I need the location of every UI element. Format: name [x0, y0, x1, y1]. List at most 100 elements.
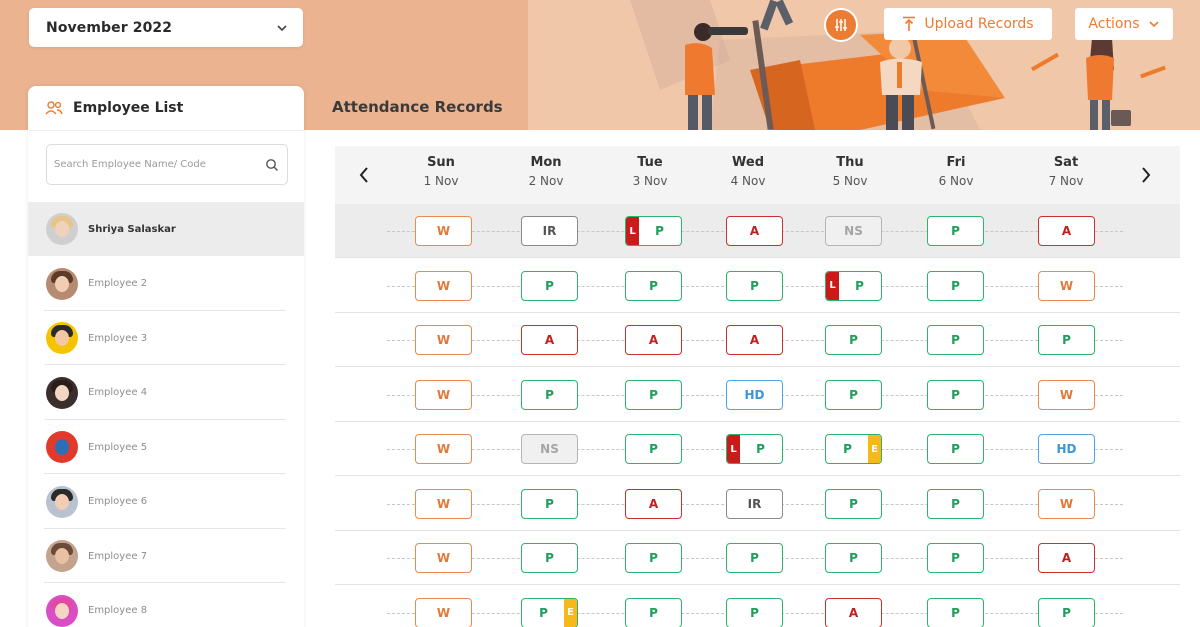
attendance-status-chip[interactable]: P: [521, 379, 578, 410]
day-name: Sun: [427, 155, 455, 170]
filter-button[interactable]: [824, 8, 858, 42]
attendance-status-chip[interactable]: A: [825, 597, 882, 627]
upload-icon: [903, 16, 916, 31]
avatar: [46, 431, 78, 463]
employee-row[interactable]: Employee 3: [28, 311, 304, 365]
employee-search-input[interactable]: [54, 159, 265, 170]
attendance-status-chip[interactable]: W: [415, 379, 472, 410]
status-code: A: [648, 496, 659, 511]
employee-row[interactable]: Employee 5: [28, 420, 304, 474]
employee-row[interactable]: Employee 2: [28, 257, 304, 311]
attendance-status-chip[interactable]: A: [1038, 216, 1095, 246]
users-icon: [45, 101, 63, 115]
attendance-status-chip[interactable]: P: [625, 543, 682, 573]
employee-row[interactable]: Employee 7: [28, 529, 304, 583]
attendance-status-chip[interactable]: HD: [726, 379, 783, 410]
status-code: P: [1062, 333, 1071, 347]
attendance-status-chip[interactable]: P: [521, 270, 578, 301]
employee-name: Employee 2: [88, 278, 148, 289]
day-date: 2 Nov: [528, 174, 564, 188]
attendance-status-chip[interactable]: P: [927, 379, 984, 410]
attendance-status-chip[interactable]: A: [521, 325, 578, 355]
employee-list-header: Employee List: [28, 86, 304, 131]
status-code: P: [951, 551, 960, 565]
employee-row[interactable]: Employee 6: [28, 475, 304, 529]
attendance-status-chip[interactable]: HD: [1038, 434, 1095, 464]
attendance-status-chip[interactable]: W: [415, 543, 472, 573]
previous-week-button[interactable]: [352, 162, 376, 188]
attendance-status-chip[interactable]: P: [625, 597, 682, 627]
next-week-button[interactable]: [1134, 162, 1158, 188]
attendance-status-chip[interactable]: P: [625, 434, 682, 464]
attendance-status-chip[interactable]: W: [415, 597, 472, 627]
employee-row[interactable]: Shriya Salaskar: [28, 202, 304, 256]
status-code: P: [750, 278, 759, 293]
actions-dropdown[interactable]: Actions: [1075, 8, 1173, 40]
employee-name: Employee 5: [88, 441, 148, 453]
attendance-status-chip[interactable]: W: [1038, 488, 1095, 519]
attendance-status-chip[interactable]: P: [825, 379, 882, 410]
attendance-status-chip[interactable]: LP: [726, 434, 783, 464]
attendance-status-chip[interactable]: A: [726, 325, 783, 355]
attendance-status-chip[interactable]: PE: [521, 597, 578, 627]
attendance-status-chip[interactable]: P: [726, 543, 783, 573]
status-code: W: [436, 278, 451, 293]
attendance-status-chip[interactable]: P: [927, 216, 984, 246]
status-code: IR: [542, 224, 557, 238]
attendance-row: W P A IR P P W: [335, 477, 1180, 531]
attendance-status-chip[interactable]: W: [415, 325, 472, 355]
attendance-status-chip[interactable]: W: [1038, 270, 1095, 301]
avatar: [46, 376, 78, 409]
attendance-status-chip[interactable]: P: [927, 597, 984, 627]
attendance-status-chip[interactable]: P: [521, 488, 578, 519]
chevron-left-icon: [359, 167, 368, 183]
attendance-status-chip[interactable]: P: [726, 597, 783, 627]
attendance-status-chip[interactable]: W: [415, 270, 472, 301]
status-code: A: [648, 333, 659, 347]
attendance-status-chip[interactable]: W: [415, 434, 472, 464]
employee-row[interactable]: Employee 8: [28, 584, 304, 627]
attendance-status-chip[interactable]: P: [1038, 597, 1095, 627]
attendance-status-chip[interactable]: A: [625, 325, 682, 355]
status-code: HD: [744, 387, 765, 402]
employee-search: [46, 144, 288, 185]
employee-name: Employee 3: [88, 332, 148, 344]
attendance-row: W P P P LP P W: [335, 259, 1180, 313]
attendance-status-chip[interactable]: P: [825, 325, 882, 355]
attendance-status-chip[interactable]: PE: [825, 434, 882, 464]
attendance-status-chip[interactable]: W: [415, 488, 472, 519]
month-dropdown[interactable]: November 2022: [29, 8, 303, 47]
attendance-status-chip[interactable]: A: [625, 488, 682, 519]
attendance-status-chip[interactable]: P: [825, 488, 882, 519]
employee-row[interactable]: Employee 4: [28, 366, 304, 420]
attendance-status-chip[interactable]: P: [927, 543, 984, 573]
employee-name: Shriya Salaskar: [88, 223, 176, 235]
attendance-status-chip[interactable]: IR: [726, 488, 783, 519]
attendance-status-chip[interactable]: P: [825, 543, 882, 573]
attendance-status-chip[interactable]: A: [726, 216, 783, 246]
attendance-status-chip[interactable]: P: [625, 379, 682, 410]
attendance-status-chip[interactable]: P: [625, 270, 682, 301]
day-date: 7 Nov: [1048, 174, 1084, 188]
status-code: P: [849, 387, 858, 402]
attendance-status-chip[interactable]: P: [927, 270, 984, 301]
attendance-status-chip[interactable]: LP: [825, 270, 882, 301]
upload-records-button[interactable]: Upload Records: [884, 8, 1052, 40]
attendance-status-chip[interactable]: NS: [521, 434, 578, 464]
status-code: W: [436, 605, 451, 620]
attendance-status-chip[interactable]: P: [521, 543, 578, 573]
status-code: P: [843, 442, 852, 456]
attendance-status-chip[interactable]: IR: [521, 216, 578, 246]
attendance-status-chip[interactable]: P: [927, 325, 984, 355]
attendance-status-chip[interactable]: P: [726, 270, 783, 301]
attendance-status-chip[interactable]: W: [415, 216, 472, 246]
attendance-page: November 2022 Upload Records Actions Att…: [0, 0, 1200, 627]
attendance-status-chip[interactable]: A: [1038, 543, 1095, 573]
attendance-status-chip[interactable]: W: [1038, 379, 1095, 410]
attendance-status-chip[interactable]: P: [927, 488, 984, 519]
attendance-status-chip[interactable]: P: [1038, 325, 1095, 355]
attendance-status-chip[interactable]: P: [927, 434, 984, 464]
day-date: 3 Nov: [632, 174, 668, 188]
attendance-status-chip[interactable]: LP: [625, 216, 682, 246]
attendance-status-chip[interactable]: NS: [825, 216, 882, 246]
